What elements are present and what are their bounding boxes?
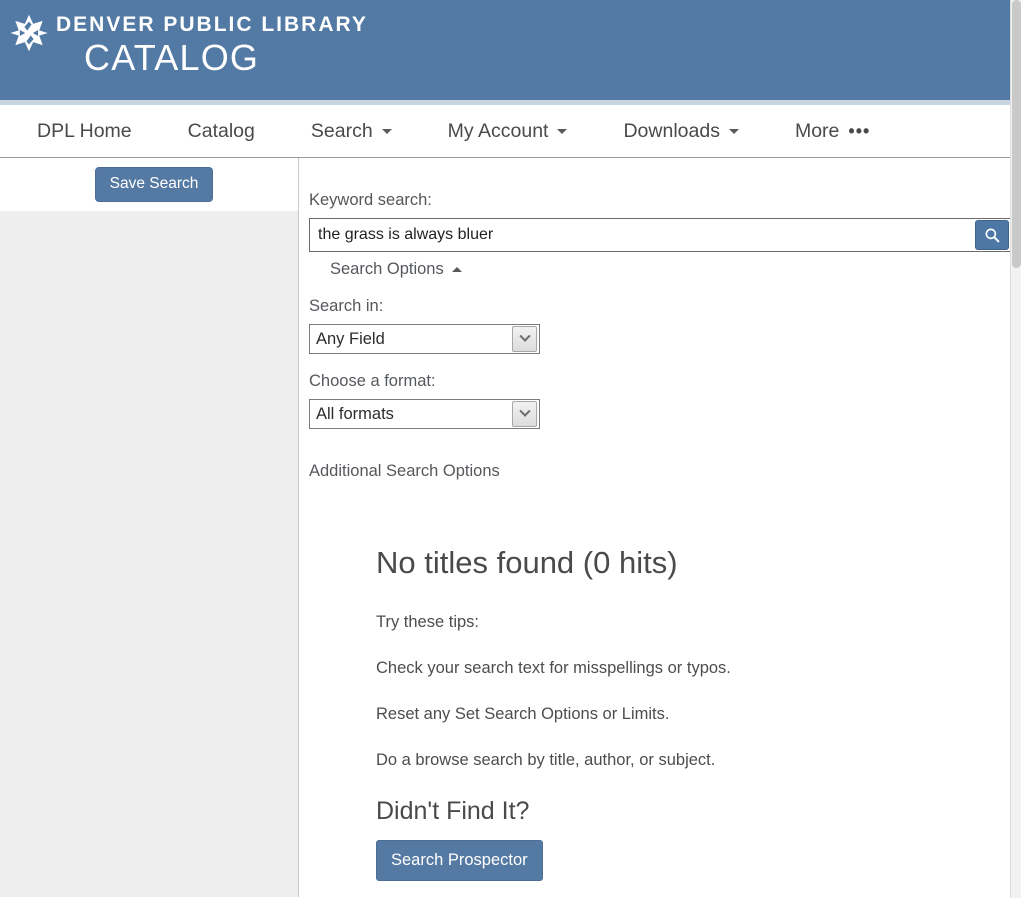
search-in-label: Search in: (309, 297, 384, 315)
chevron-down-icon (728, 128, 739, 134)
nav-item-search[interactable]: Search (297, 112, 406, 150)
format-select[interactable]: All formats (309, 399, 540, 429)
nav-item-label: Search (310, 120, 373, 142)
main-nav: DPL Home Catalog Search My Account Downl… (0, 105, 1021, 158)
main-content: Keyword search: Search Options Search in… (299, 158, 1021, 897)
tips-intro: Try these tips: (376, 613, 480, 631)
nav-item-label: My Account (447, 120, 549, 142)
tip-item: Do a browse search by title, author, or … (376, 751, 716, 769)
nav-item-my-account[interactable]: My Account (434, 112, 582, 150)
nav-item-downloads[interactable]: Downloads (609, 112, 752, 150)
search-options-label: Search Options (330, 260, 444, 278)
tip-item: Reset any Set Search Options or Limits. (376, 705, 670, 723)
site-header: DENVER PUBLIC LIBRARY CATALOG (0, 0, 1021, 100)
brand-text: DENVER PUBLIC LIBRARY CATALOG (56, 12, 368, 79)
search-options-row: Search Options (309, 259, 1021, 279)
ellipsis-icon: ••• (848, 121, 871, 141)
search-submit-button[interactable] (975, 220, 1009, 250)
chevron-up-icon (451, 266, 462, 272)
search-in-selected-value: Any Field (316, 330, 385, 348)
search-in-select[interactable]: Any Field (309, 324, 540, 354)
page-root: DENVER PUBLIC LIBRARY CATALOG DPL Home C… (0, 0, 1021, 898)
brand-title-primary: DENVER PUBLIC LIBRARY (56, 13, 368, 36)
save-search-button[interactable]: Save Search (94, 167, 214, 202)
save-search-card: Save Search (0, 158, 298, 211)
chevron-down-icon (381, 128, 392, 134)
results-panel: No titles found (0 hits) Try these tips:… (376, 544, 1021, 881)
search-prospector-button[interactable]: Search Prospector (376, 840, 543, 881)
tip-item: Check your search text for misspellings … (376, 659, 731, 677)
dpl-star-logo-icon (10, 14, 48, 52)
keyword-search-row (309, 218, 1011, 252)
no-results-heading: No titles found (0 hits) (376, 545, 678, 580)
search-options-toggle[interactable]: Search Options (330, 259, 462, 279)
sidebar: Save Search (0, 158, 299, 897)
nav-item-dpl-home[interactable]: DPL Home (23, 112, 146, 150)
nav-item-catalog[interactable]: Catalog (174, 112, 269, 150)
nav-item-label: DPL Home (37, 120, 132, 142)
nav-item-label: More (794, 120, 840, 142)
body-wrap: Save Search Keyword search: Search Optio… (0, 158, 1021, 897)
magnifier-icon (985, 228, 1000, 243)
chevron-down-icon (512, 326, 537, 352)
nav-item-label: Catalog (187, 120, 255, 142)
additional-search-options-link[interactable]: Additional Search Options (309, 461, 1021, 481)
scrollbar-thumb[interactable] (1012, 0, 1021, 268)
keyword-search-label: Keyword search: (309, 191, 432, 209)
didnt-find-heading: Didn't Find It? (376, 797, 530, 825)
page-scrollbar[interactable] (1010, 0, 1021, 898)
nav-item-label: Downloads (623, 120, 720, 142)
nav-item-more[interactable]: More ••• (781, 112, 884, 150)
search-input[interactable] (310, 219, 975, 251)
brand[interactable]: DENVER PUBLIC LIBRARY CATALOG (10, 12, 368, 79)
chevron-down-icon (557, 128, 568, 134)
format-selected-value: All formats (316, 405, 394, 423)
choose-format-label: Choose a format: (309, 372, 436, 390)
brand-title-secondary: CATALOG (84, 37, 260, 78)
chevron-down-icon (512, 401, 537, 427)
